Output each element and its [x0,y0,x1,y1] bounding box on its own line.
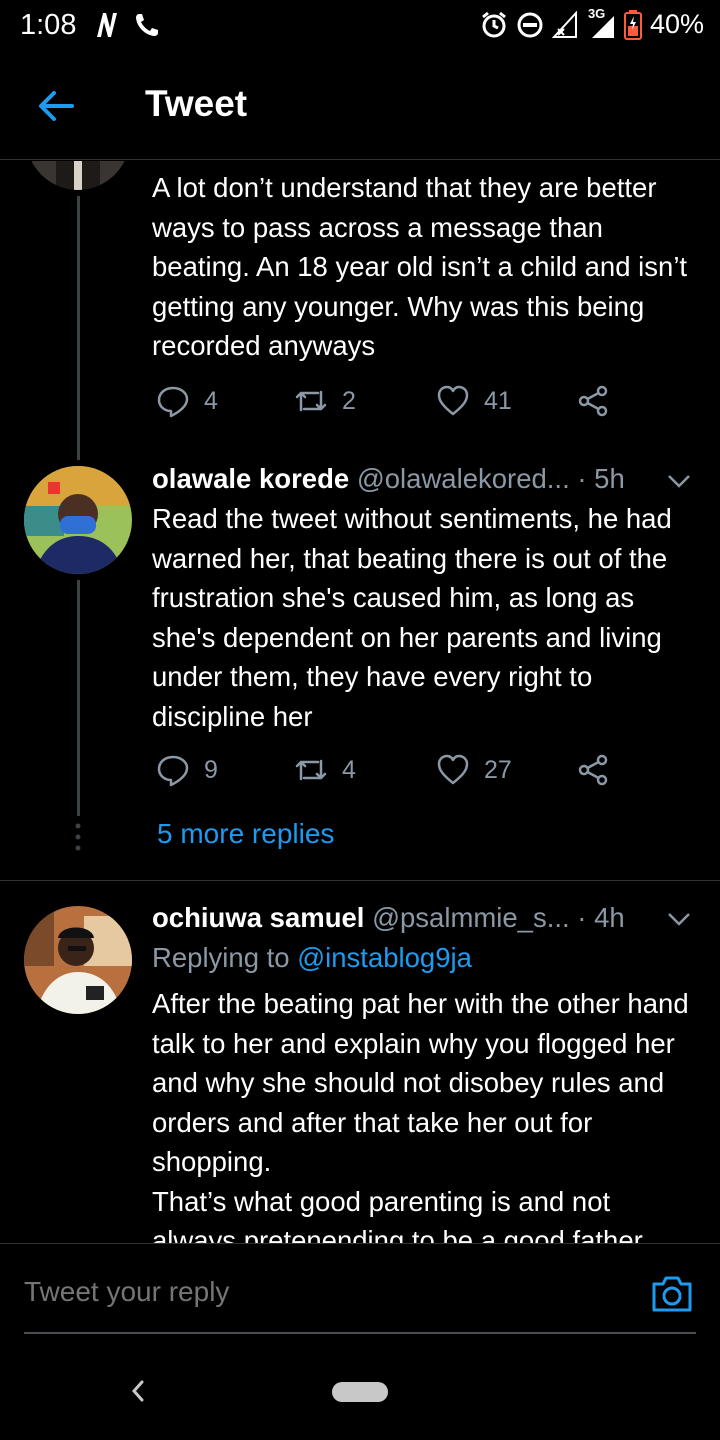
thread-line [77,580,80,816]
battery-icon [623,9,642,40]
like-button[interactable]: 27 [436,753,512,787]
tweet-actions: 9 4 27 [152,753,672,793]
system-back-icon[interactable] [126,1376,150,1406]
display-name[interactable]: ochiuwa samuel [152,902,364,933]
retweet-button[interactable]: 2 [294,384,356,418]
tweet-header: olawale korede @olawalekored... · 5h [152,461,700,497]
camera-icon[interactable] [650,1274,694,1314]
separator-dot: · [577,902,587,933]
reply-bar [0,1243,720,1338]
do-not-disturb-icon [517,12,543,37]
retweet-icon [295,759,327,781]
more-dots-icon [75,823,81,851]
signal-no-sim-icon [551,10,577,38]
retweet-count: 2 [342,386,356,415]
signal-3g-icon: 3G [586,6,616,40]
heart-icon [437,754,469,785]
chevron-down-icon[interactable] [666,906,692,932]
tweet-text: After the beating pat her with the other… [152,984,700,1243]
share-button[interactable] [576,384,610,418]
retweet-count: 4 [342,755,356,784]
user-handle[interactable]: @psalmmie_s... [372,902,570,933]
retweet-icon [295,390,327,412]
share-button[interactable] [576,753,610,787]
avatar[interactable] [24,466,132,574]
reply-input[interactable] [24,1276,584,1308]
tweet-text: Read the tweet without sentiments, he ha… [152,503,672,732]
reply-icon [157,386,189,418]
chevron-down-icon[interactable] [666,468,692,494]
display-name[interactable]: olawale korede [152,463,349,494]
tweet-actions: 4 2 41 [152,384,672,424]
like-button[interactable]: 41 [436,384,512,418]
thread-line [77,196,80,460]
replying-to: Replying to @instablog9ja [152,942,472,974]
heart-icon [437,385,469,416]
reply-count: 9 [204,755,218,784]
share-icon [578,385,608,417]
like-count: 27 [484,755,512,784]
tweet-time: 4h [594,902,625,933]
tweet-text: A lot don’t understand that they are bet… [152,172,688,361]
status-time: 1:08 [20,9,77,41]
divider [0,880,720,881]
reply-count: 4 [204,386,218,415]
replying-prefix: Replying to [152,942,290,973]
tweet-time: 5h [594,463,625,494]
tweet-text-paragraph: After the beating pat her with the other… [152,988,689,1177]
mention-link[interactable]: @instablog9ja [297,942,472,973]
home-pill[interactable] [332,1382,388,1402]
reply-underline [24,1332,696,1334]
netflix-notification-icon [97,13,117,37]
like-count: 41 [484,386,512,415]
more-replies-link[interactable]: 5 more replies [157,818,334,850]
reply-icon [157,755,189,787]
avatar[interactable] [24,906,132,1014]
separator-dot: · [577,463,587,494]
status-bar: 1:08 3G 40% [0,0,720,50]
tweet-header: ochiuwa samuel @psalmmie_s... · 4h [152,900,700,936]
header: Tweet [0,50,720,160]
page-title: Tweet [145,83,248,124]
back-arrow-icon[interactable] [34,84,78,128]
share-icon [578,754,608,786]
alarm-icon [482,11,506,37]
reply-button[interactable]: 4 [156,384,218,418]
battery-percentage: 40% [649,9,704,39]
reply-button[interactable]: 9 [156,753,218,787]
phone-call-icon [136,14,158,36]
retweet-button[interactable]: 4 [294,753,356,787]
tweet-text-paragraph: That’s what good parenting is and not al… [152,1185,643,1244]
user-handle[interactable]: @olawalekored... [357,463,570,494]
